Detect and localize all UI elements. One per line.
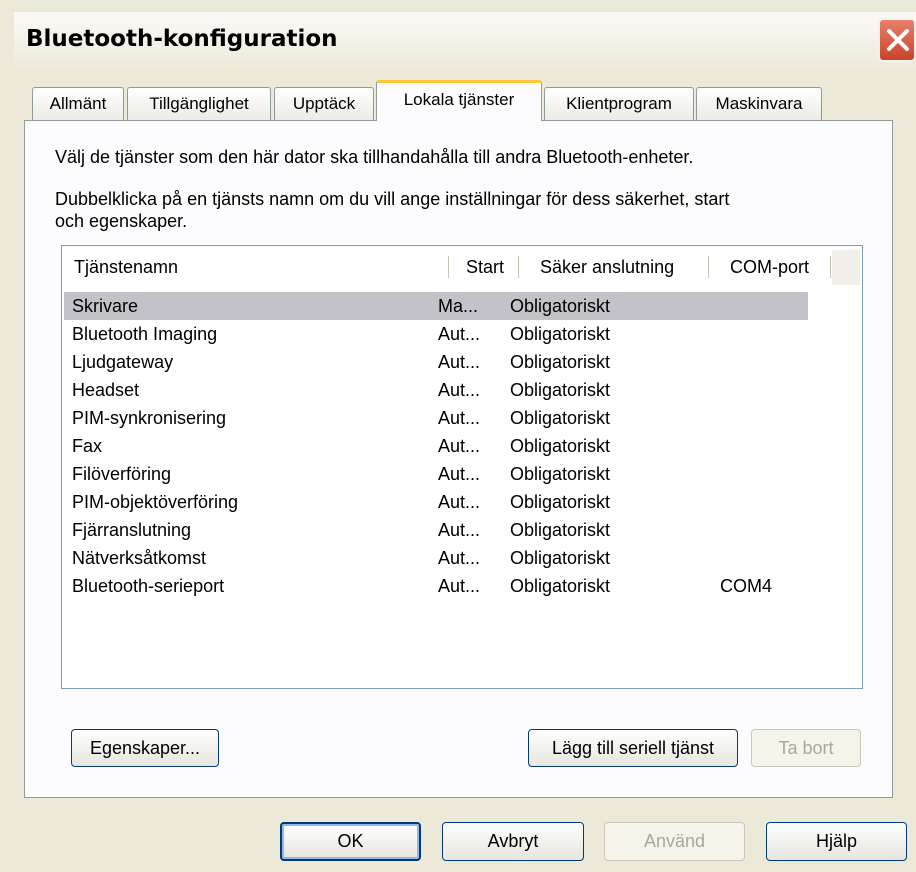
service-name: Headset bbox=[72, 380, 140, 400]
help-button[interactable]: Hjälp bbox=[766, 822, 907, 861]
service-start: Aut... bbox=[438, 548, 481, 568]
table-row[interactable]: Filöverföring Aut... Obligatoriskt bbox=[64, 460, 808, 488]
close-button[interactable] bbox=[878, 18, 916, 62]
service-secure: Obligatoriskt bbox=[510, 324, 611, 344]
service-secure: Obligatoriskt bbox=[510, 576, 611, 596]
services-list[interactable]: Tjänstenamn Start Säker anslutning COM-p… bbox=[61, 245, 863, 689]
service-name: PIM-synkronisering bbox=[72, 408, 227, 428]
tab-panel-lokala-tjanster: Välj de tjänster som den här dator ska t… bbox=[24, 120, 893, 798]
service-start: Aut... bbox=[438, 352, 481, 372]
table-row[interactable]: Bluetooth-serieport Aut... Obligatoriskt… bbox=[64, 572, 808, 600]
service-start: Aut... bbox=[438, 464, 481, 484]
service-start: Aut... bbox=[438, 324, 481, 344]
table-row[interactable]: PIM-synkronisering Aut... Obligatoriskt bbox=[64, 404, 808, 432]
remove-button[interactable]: Ta bort bbox=[751, 729, 861, 767]
panel-description: Välj de tjänster som den här dator ska t… bbox=[55, 147, 694, 167]
bluetooth-config-dialog: Bluetooth-konfiguration Allmänt Tillgäng… bbox=[0, 0, 916, 872]
service-name: Skrivare bbox=[72, 296, 139, 316]
service-secure: Obligatoriskt bbox=[510, 436, 611, 456]
window-title: Bluetooth-konfiguration bbox=[26, 26, 338, 52]
service-secure: Obligatoriskt bbox=[510, 352, 611, 372]
cancel-button[interactable]: Avbryt bbox=[442, 822, 584, 861]
panel-instruction-line2: och egenskaper. bbox=[55, 211, 188, 231]
service-start: Aut... bbox=[438, 408, 481, 428]
panel-instruction-line1: Dubbelklicka på en tjänsts namn om du vi… bbox=[55, 189, 730, 209]
column-separator[interactable] bbox=[708, 256, 709, 278]
service-name: Ljudgateway bbox=[72, 352, 174, 372]
service-secure: Obligatoriskt bbox=[510, 408, 611, 428]
tab-allmant[interactable]: Allmänt bbox=[32, 87, 124, 120]
service-start: Aut... bbox=[438, 576, 481, 596]
add-serial-service-button[interactable]: Lägg till seriell tjänst bbox=[528, 729, 738, 767]
service-name: Bluetooth-serieport bbox=[72, 576, 225, 596]
service-name: Filöverföring bbox=[72, 464, 172, 484]
tab-tillganglighet[interactable]: Tillgänglighet bbox=[127, 87, 271, 120]
title-bar: Bluetooth-konfiguration bbox=[14, 12, 916, 74]
column-header-comport[interactable]: COM-port bbox=[730, 250, 828, 285]
column-separator[interactable] bbox=[448, 256, 449, 278]
service-secure: Obligatoriskt bbox=[510, 492, 611, 512]
tab-klientprogram[interactable]: Klientprogram bbox=[544, 87, 694, 120]
header-filler bbox=[832, 250, 860, 285]
table-row[interactable]: PIM-objektöverföring Aut... Obligatorisk… bbox=[64, 488, 808, 516]
service-secure: Obligatoriskt bbox=[510, 464, 611, 484]
service-start: Ma... bbox=[438, 296, 479, 316]
service-start: Aut... bbox=[438, 492, 481, 512]
service-name: Fjärranslutning bbox=[72, 520, 192, 540]
table-row[interactable]: Bluetooth Imaging Aut... Obligatoriskt bbox=[64, 320, 808, 348]
service-com: COM4 bbox=[720, 576, 773, 596]
service-name: Nätverksåtkomst bbox=[72, 548, 207, 568]
service-secure: Obligatoriskt bbox=[510, 380, 611, 400]
service-secure: Obligatoriskt bbox=[510, 520, 611, 540]
column-header-name[interactable]: Tjänstenamn bbox=[74, 250, 454, 285]
column-header-start[interactable]: Start bbox=[466, 250, 514, 285]
column-separator[interactable] bbox=[518, 256, 519, 278]
table-row[interactable]: Ljudgateway Aut... Obligatoriskt bbox=[64, 348, 808, 376]
table-row[interactable]: Fax Aut... Obligatoriskt bbox=[64, 432, 808, 460]
service-start: Aut... bbox=[438, 436, 481, 456]
tab-lokala-tjanster[interactable]: Lokala tjänster bbox=[376, 80, 542, 121]
table-row[interactable]: Headset Aut... Obligatoriskt bbox=[64, 376, 808, 404]
service-secure: Obligatoriskt bbox=[510, 296, 611, 316]
service-start: Aut... bbox=[438, 380, 481, 400]
apply-button[interactable]: Använd bbox=[604, 822, 745, 861]
close-icon bbox=[887, 29, 909, 51]
service-name: Bluetooth Imaging bbox=[72, 324, 218, 344]
column-separator[interactable] bbox=[830, 256, 831, 278]
tab-upptack[interactable]: Upptäck bbox=[274, 87, 374, 120]
service-start: Aut... bbox=[438, 520, 481, 540]
column-header-secure[interactable]: Säker anslutning bbox=[540, 250, 710, 285]
service-name: PIM-objektöverföring bbox=[72, 492, 239, 512]
table-row[interactable]: Nätverksåtkomst Aut... Obligatoriskt bbox=[64, 544, 808, 572]
table-row[interactable]: Skrivare Ma... Obligatoriskt bbox=[64, 292, 808, 320]
table-row[interactable]: Fjärranslutning Aut... Obligatoriskt bbox=[64, 516, 808, 544]
properties-button[interactable]: Egenskaper... bbox=[71, 729, 219, 767]
tab-maskinvara[interactable]: Maskinvara bbox=[696, 87, 822, 120]
service-name: Fax bbox=[72, 436, 103, 456]
ok-button[interactable]: OK bbox=[280, 822, 421, 861]
service-secure: Obligatoriskt bbox=[510, 548, 611, 568]
